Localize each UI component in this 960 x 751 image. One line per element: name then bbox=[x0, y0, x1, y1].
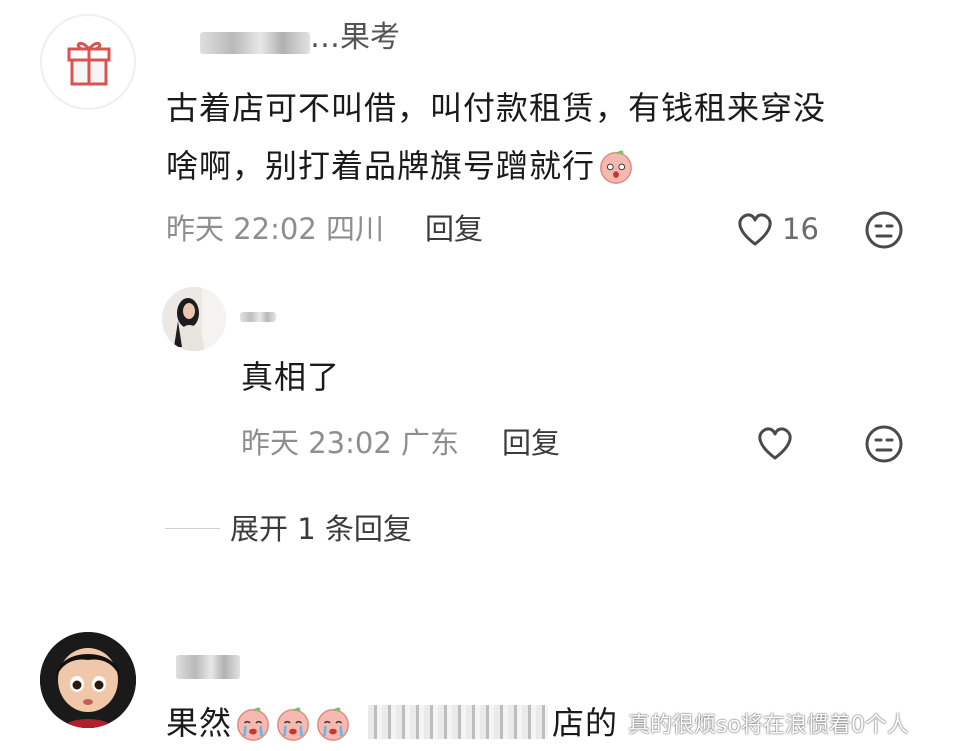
sub-reply-time: 昨天 23:02 bbox=[241, 426, 392, 460]
third-comment-text: 果然 bbox=[166, 695, 352, 751]
reply-button[interactable]: 回复 bbox=[425, 209, 483, 249]
avatar-gift[interactable] bbox=[40, 14, 136, 110]
cartoon-girl-photo bbox=[40, 632, 136, 728]
heart-icon[interactable] bbox=[755, 424, 795, 462]
sub-reply-reply-button[interactable]: 回复 bbox=[502, 423, 560, 463]
sub-reply-text: 真相了 bbox=[241, 358, 341, 396]
sub-reply-location: 广东 bbox=[401, 426, 460, 460]
comment-meta: 昨天 22:02 四川 bbox=[166, 209, 384, 249]
username[interactable]: …果考 bbox=[310, 18, 400, 58]
comment-time: 昨天 22:02 bbox=[166, 212, 317, 246]
like-count: 16 bbox=[782, 212, 819, 246]
neutral-face-icon[interactable] bbox=[864, 424, 904, 464]
sub-reply-meta: 昨天 23:02 广东 bbox=[241, 423, 459, 463]
peach-crying-emoji-2 bbox=[277, 707, 309, 741]
username-blurred[interactable] bbox=[200, 32, 310, 54]
avatar-third[interactable] bbox=[40, 632, 136, 728]
sub-reply-username-blurred[interactable] bbox=[240, 312, 276, 322]
user-photo bbox=[162, 287, 226, 351]
neutral-face-icon[interactable] bbox=[864, 210, 904, 250]
peach-crying-emoji-3 bbox=[317, 707, 349, 741]
watermark: 真的很烦so将在浪惯着0个人 bbox=[628, 713, 909, 738]
peach-crying-emoji-1 bbox=[237, 707, 269, 741]
third-comment-text-end: 店的 bbox=[552, 704, 619, 742]
expand-divider bbox=[165, 528, 220, 529]
gift-icon bbox=[67, 41, 111, 86]
avatar-sub-reply[interactable] bbox=[162, 287, 226, 351]
comment-text-line-2: 啥啊，别打着品牌旗号蹭就行 bbox=[166, 138, 635, 194]
third-username-blurred[interactable] bbox=[176, 655, 240, 679]
peach-face-emoji bbox=[600, 150, 632, 184]
heart-icon[interactable] bbox=[735, 210, 775, 248]
redacted-text bbox=[368, 705, 548, 739]
comment-text-line-1: 古着店可不叫借，叫付款租赁，有钱租来穿没 bbox=[166, 89, 827, 127]
comment-location: 四川 bbox=[326, 212, 385, 246]
expand-replies-button[interactable]: 展开 1 条回复 bbox=[230, 509, 412, 549]
